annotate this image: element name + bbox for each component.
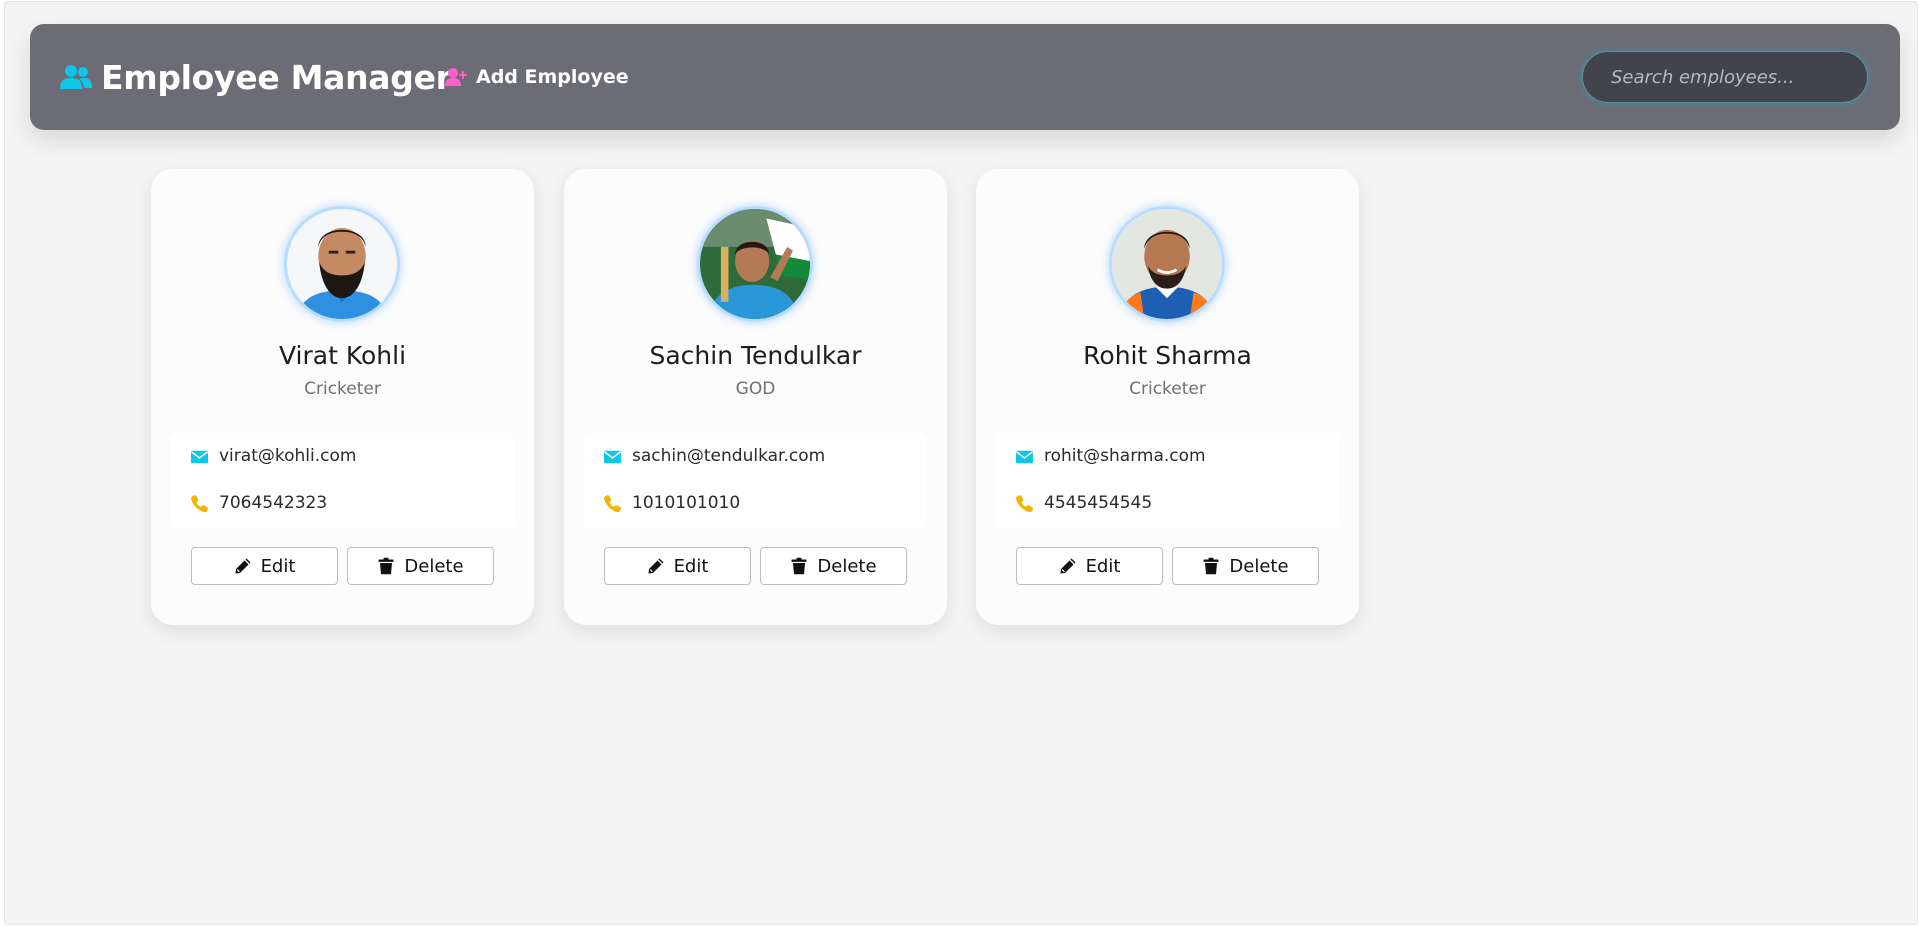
edit-button[interactable]: Edit — [1016, 547, 1163, 585]
employee-role: GOD — [735, 379, 776, 399]
delete-button[interactable]: Delete — [347, 547, 494, 585]
employee-phone[interactable]: 7064542323 — [219, 493, 327, 513]
contact-info: virat@kohli.com 7064542323 — [171, 434, 514, 528]
user-plus-icon — [445, 68, 467, 86]
employee-photo — [287, 209, 397, 319]
avatar — [1109, 206, 1225, 322]
avatar — [697, 206, 813, 322]
trash-icon — [791, 557, 807, 575]
delete-label: Delete — [404, 555, 464, 577]
delete-label: Delete — [817, 555, 877, 577]
contact-info: sachin@tendulkar.com 1010101010 — [584, 434, 927, 528]
trash-icon — [1203, 557, 1219, 575]
brand[interactable]: Employee Manager — [60, 24, 452, 130]
delete-button[interactable]: Delete — [760, 547, 907, 585]
email-row: virat@kohli.com — [190, 444, 356, 468]
envelope-icon — [603, 450, 622, 463]
employee-email[interactable]: virat@kohli.com — [219, 446, 356, 466]
phone-row: 4545454545 — [1015, 491, 1152, 515]
email-row: rohit@sharma.com — [1015, 444, 1206, 468]
add-employee-link[interactable]: Add Employee — [445, 24, 629, 130]
navbar: Employee Manager Add Employee — [30, 24, 1900, 130]
email-row: sachin@tendulkar.com — [603, 444, 825, 468]
employee-email[interactable]: rohit@sharma.com — [1044, 446, 1206, 466]
trash-icon — [378, 557, 394, 575]
add-employee-label: Add Employee — [476, 66, 629, 88]
delete-button[interactable]: Delete — [1172, 547, 1319, 585]
phone-icon — [604, 494, 621, 512]
employee-name: Sachin Tendulkar — [649, 341, 862, 370]
delete-label: Delete — [1229, 555, 1289, 577]
envelope-icon — [190, 450, 209, 463]
employee-name: Rohit Sharma — [1083, 341, 1252, 370]
search-input[interactable] — [1582, 51, 1868, 103]
employee-phone[interactable]: 4545454545 — [1044, 493, 1152, 513]
phone-icon — [1016, 494, 1033, 512]
phone-row: 7064542323 — [190, 491, 327, 515]
avatar — [284, 206, 400, 322]
employee-role: Cricketer — [1129, 379, 1206, 399]
edit-label: Edit — [1085, 555, 1121, 577]
employee-photo — [700, 209, 810, 319]
employee-phone[interactable]: 1010101010 — [632, 493, 740, 513]
edit-label: Edit — [673, 555, 709, 577]
edit-label: Edit — [260, 555, 296, 577]
edit-button[interactable]: Edit — [604, 547, 751, 585]
employee-role: Cricketer — [304, 379, 381, 399]
employee-email[interactable]: sachin@tendulkar.com — [632, 446, 825, 466]
phone-row: 1010101010 — [603, 491, 740, 515]
employee-photo — [1112, 209, 1222, 319]
phone-icon — [191, 494, 208, 512]
envelope-icon — [1015, 450, 1034, 463]
employee-card: Sachin Tendulkar GOD sachin@tendulkar.co… — [564, 169, 947, 625]
employee-name: Virat Kohli — [278, 341, 407, 370]
employee-card: Rohit Sharma Cricketer rohit@sharma.com … — [976, 169, 1359, 625]
users-icon — [60, 65, 92, 89]
pencil-icon — [1060, 558, 1076, 574]
contact-info: rohit@sharma.com 4545454545 — [996, 434, 1339, 528]
pencil-icon — [235, 558, 251, 574]
employee-card: Virat Kohli Cricketer virat@kohli.com 70… — [151, 169, 534, 625]
app-frame: Employee Manager Add Employee Search emp… — [4, 1, 1918, 925]
pencil-icon — [648, 558, 664, 574]
page-title: Employee Manager — [101, 57, 452, 97]
edit-button[interactable]: Edit — [191, 547, 338, 585]
